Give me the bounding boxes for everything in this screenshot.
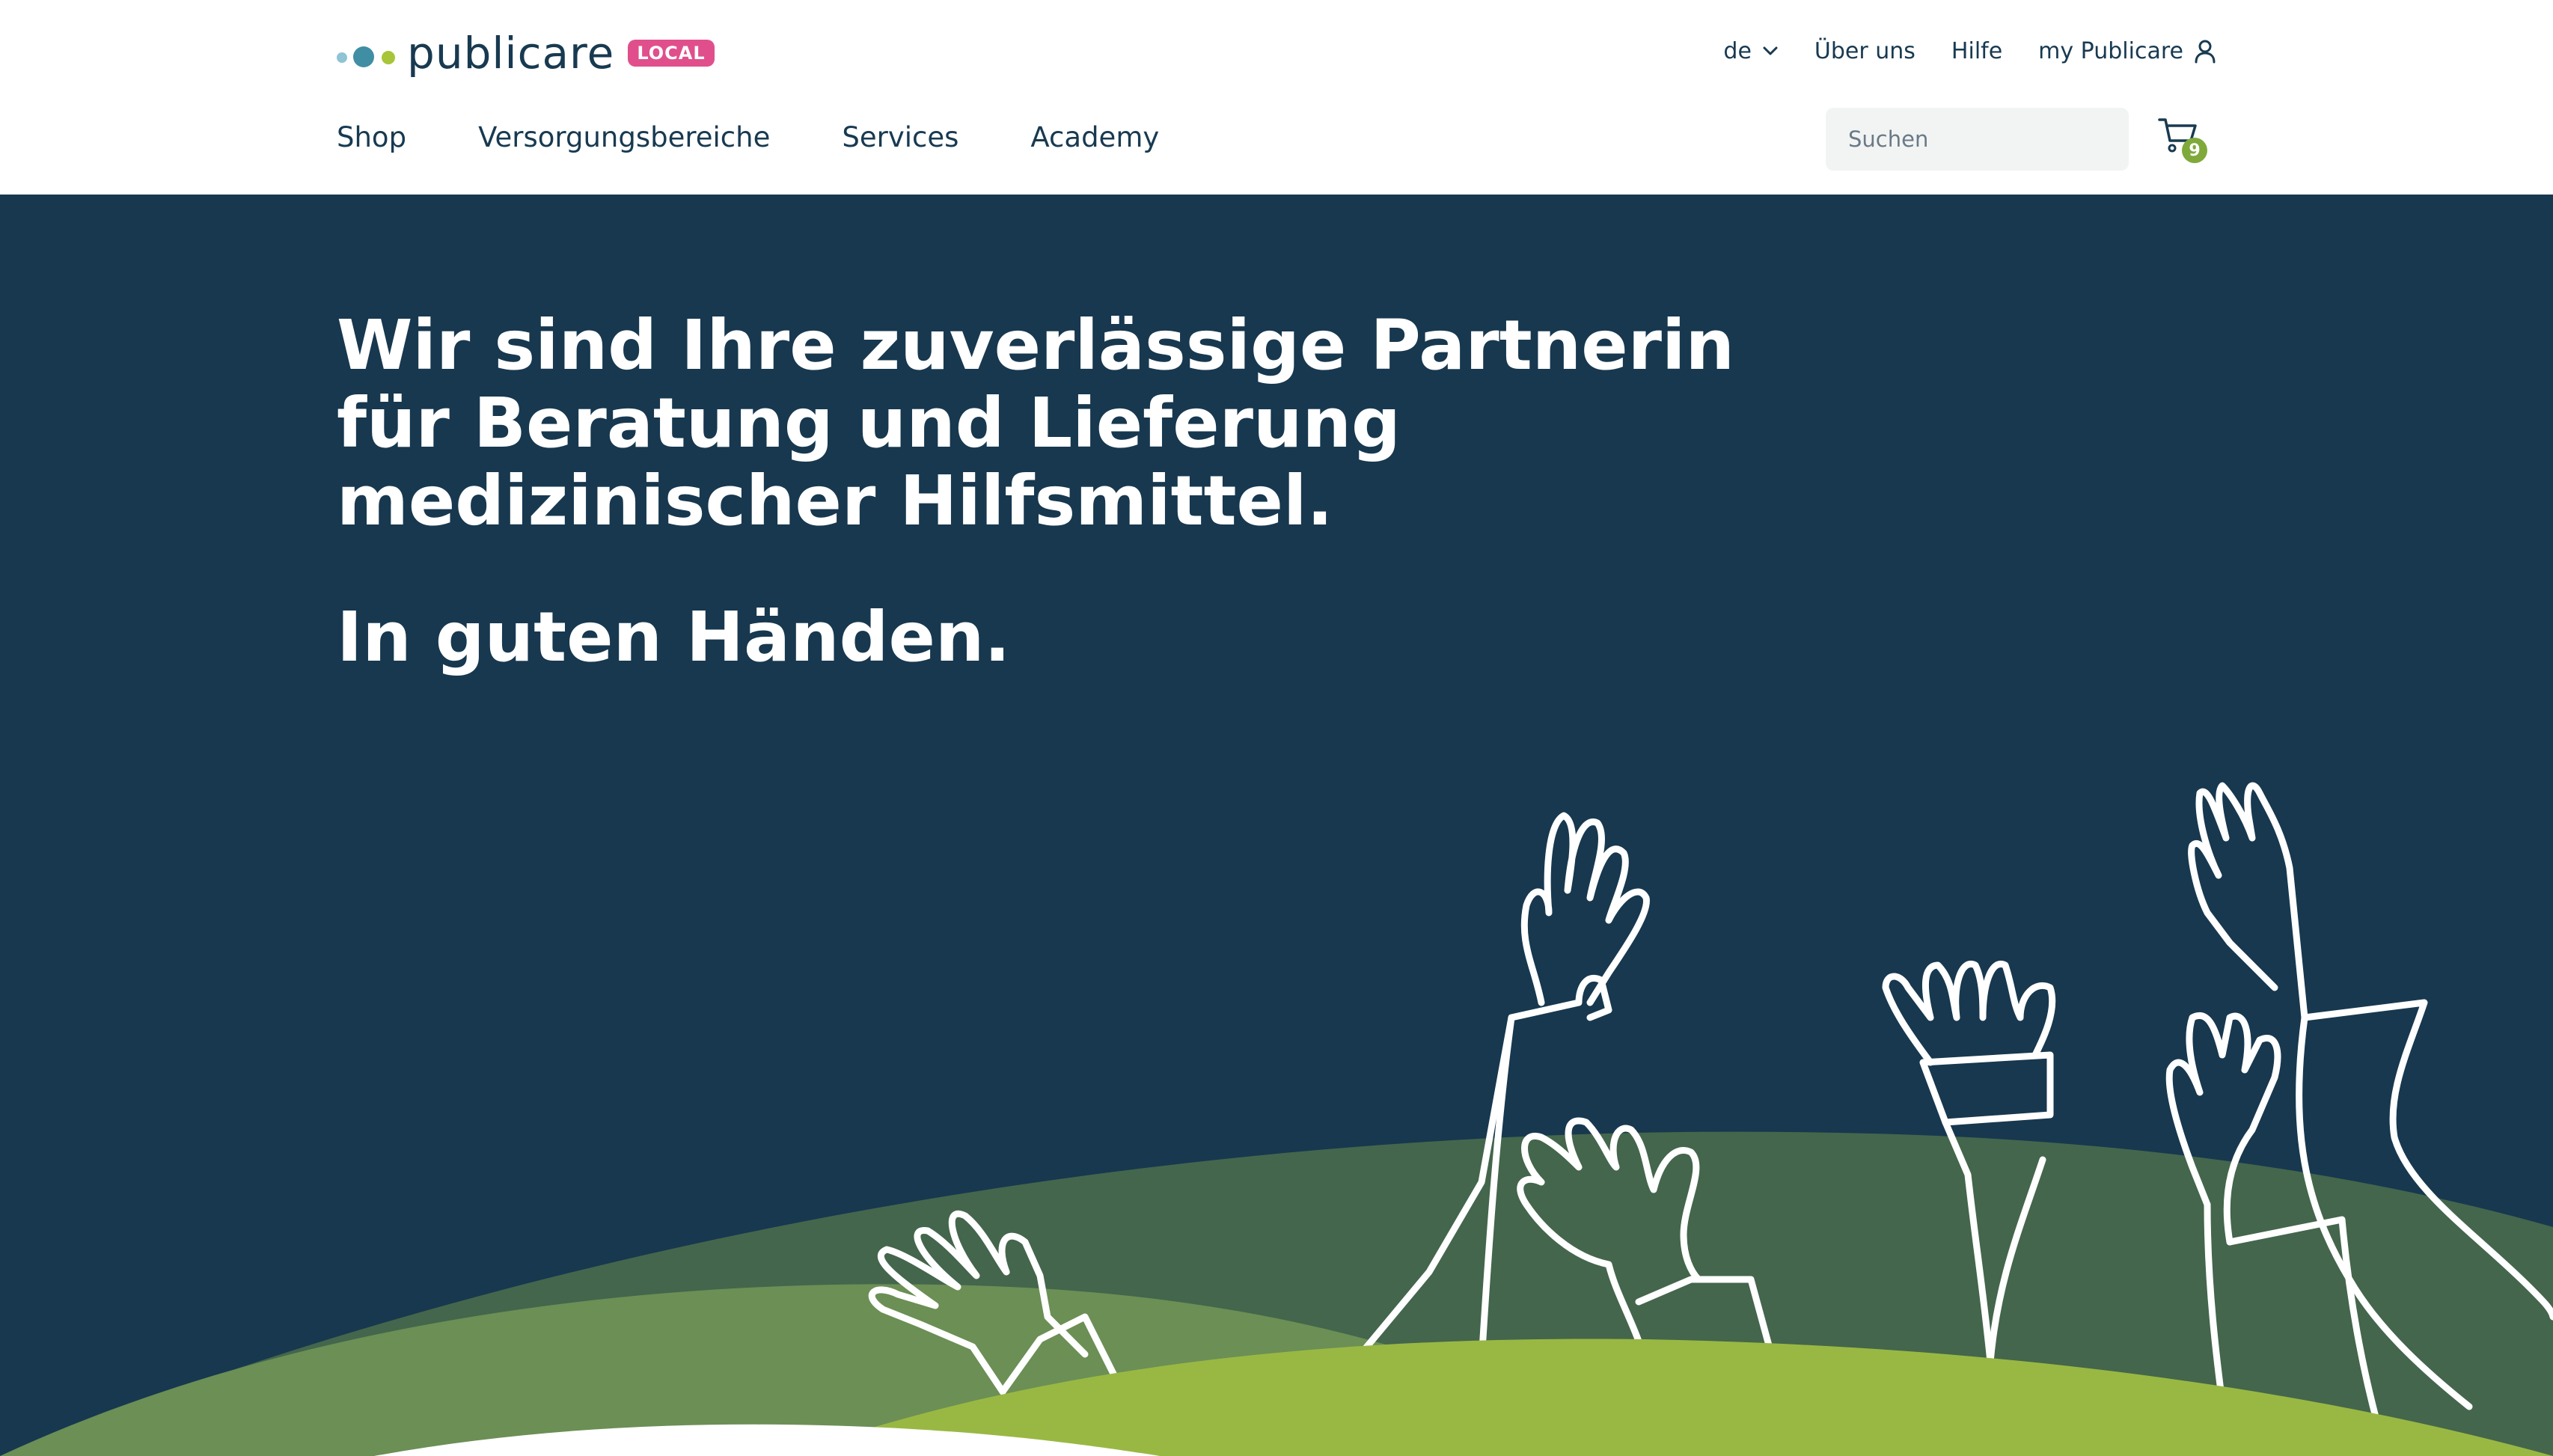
help-link[interactable]: Hilfe bbox=[1951, 38, 2002, 64]
utility-nav: de Über uns Hilfe my Publicare bbox=[1723, 33, 2216, 69]
hand-center-fingers bbox=[1520, 812, 1650, 1006]
search-input[interactable] bbox=[1848, 126, 2123, 152]
main-nav: Shop Versorgungsbereiche Services Academ… bbox=[337, 118, 1231, 156]
user-icon bbox=[2195, 40, 2216, 64]
logo-dot bbox=[353, 46, 374, 67]
hero-headline: Wir sind Ihre zuverlässige Partnerin für… bbox=[337, 307, 1758, 540]
logo-dot bbox=[382, 51, 395, 64]
hero-headline-line: medizinischer Hilfsmittel. bbox=[337, 461, 1333, 541]
logo[interactable]: publicare LOCAL bbox=[337, 27, 715, 79]
logo-dots-icon bbox=[337, 27, 397, 79]
cuff-right-center bbox=[1919, 1051, 2054, 1126]
nav-item-shop[interactable]: Shop bbox=[337, 121, 406, 153]
nav-item-services[interactable]: Services bbox=[842, 121, 958, 153]
logo-dot bbox=[337, 52, 347, 63]
search-box bbox=[1826, 108, 2129, 171]
language-selector[interactable]: de bbox=[1723, 38, 1779, 64]
chevron-down-icon bbox=[1763, 46, 1778, 55]
hero-banner: Wir sind Ihre zuverlässige Partnerin für… bbox=[0, 195, 2553, 1456]
logo-badge: LOCAL bbox=[628, 40, 715, 67]
about-label: Über uns bbox=[1814, 37, 1915, 64]
nav-item-academy[interactable]: Academy bbox=[1030, 121, 1159, 153]
cart-count-badge: 9 bbox=[2182, 138, 2207, 163]
cart-button[interactable]: 9 bbox=[2156, 115, 2210, 168]
fingers-right-center bbox=[1882, 961, 2056, 1066]
logo-wordmark: publicare bbox=[407, 28, 615, 79]
account-label: my Publicare bbox=[2038, 37, 2183, 64]
nav-item-versorgungsbereiche[interactable]: Versorgungsbereiche bbox=[478, 121, 770, 153]
account-link[interactable]: my Publicare bbox=[2038, 38, 2216, 64]
hand-far-right bbox=[2188, 782, 2308, 1021]
help-label: Hilfe bbox=[1951, 37, 2003, 64]
language-label: de bbox=[1723, 37, 1752, 64]
hero-tagline: In guten Händen. bbox=[337, 597, 1011, 677]
hero-headline-line: Wir sind Ihre zuverlässige Partnerin bbox=[337, 305, 1735, 385]
site-header: publicare LOCAL de Über uns Hilfe my Pub… bbox=[0, 0, 2553, 195]
hero-headline-line: für Beratung und Lieferung bbox=[337, 383, 1401, 463]
about-link[interactable]: Über uns bbox=[1814, 38, 1915, 64]
